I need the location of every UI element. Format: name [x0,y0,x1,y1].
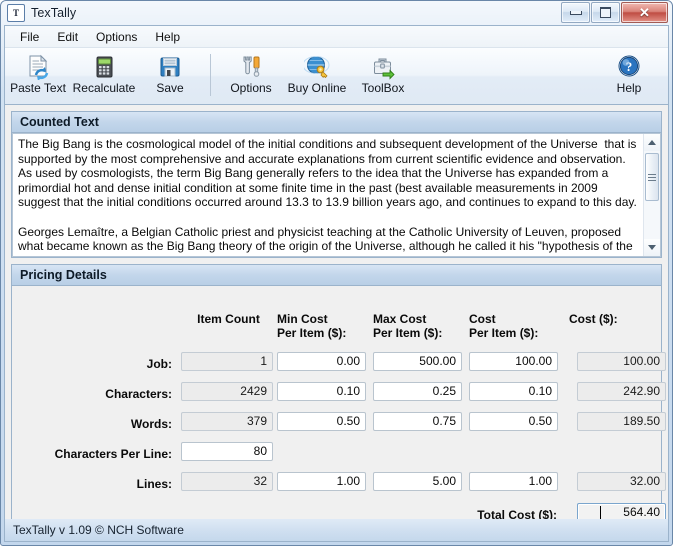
toolbar-separator [210,54,211,96]
paste-text-icon [25,54,51,80]
row-label-job: Job: [32,357,172,371]
status-bar: TexTally v 1.09 © NCH Software [4,519,669,542]
pricing-details-group: Pricing Details Item Count Min Cost Per … [11,264,662,530]
lines-item-count-field: 32 [181,472,273,491]
row-label-characters: Characters: [32,387,172,401]
row-label-lines: Lines: [32,477,172,491]
menu-item-edit[interactable]: Edit [48,28,87,46]
menu-item-help[interactable]: Help [146,28,189,46]
characters-min-cost-field[interactable]: 0.10 [277,382,366,401]
minimize-icon [570,11,582,15]
calculator-icon [91,54,117,80]
toolbar: Paste Text [5,48,668,105]
lines-cost-per-item-field[interactable]: 1.00 [469,472,558,491]
job-cost-field: 100.00 [577,352,666,371]
close-icon: ✕ [639,6,650,19]
buy-online-button[interactable]: Buy Online [284,52,350,98]
globe-key-icon [304,54,330,80]
toolbox-button[interactable]: ToolBox [350,52,416,98]
options-label: Options [230,81,271,95]
words-cost-per-item-field[interactable]: 0.50 [469,412,558,431]
column-header-min-cost: Min Cost Per Item ($): [277,312,377,340]
pricing-details-header: Pricing Details [12,265,661,286]
minimize-button[interactable] [561,2,590,23]
app-icon: T [7,4,25,22]
counted-text-area[interactable]: The Big Bang is the cosmological model o… [13,134,643,256]
client-area: File Edit Options Help [4,25,669,519]
column-header-item-count: Item Count [181,312,276,326]
characters-cost-field: 242.90 [577,382,666,401]
menu-bar: File Edit Options Help [5,26,668,48]
words-max-cost-field[interactable]: 0.75 [373,412,462,431]
vertical-scrollbar[interactable] [643,134,660,256]
close-button[interactable]: ✕ [621,2,668,23]
row-label-characters-per-line: Characters Per Line: [32,447,172,461]
job-max-cost-field[interactable]: 500.00 [373,352,462,371]
help-label: Help [617,81,642,95]
words-item-count-field: 379 [181,412,273,431]
status-bar-text: TexTally v 1.09 © NCH Software [13,523,184,537]
counted-text-group: Counted Text The Big Bang is the cosmolo… [11,111,662,258]
menu-item-file[interactable]: File [11,28,48,46]
menu-item-options[interactable]: Options [87,28,146,46]
floppy-disk-icon [157,54,183,80]
characters-item-count-field: 2429 [181,382,273,401]
scroll-up-arrow-icon[interactable] [644,134,660,151]
window-controls: ✕ [561,2,668,23]
counted-text-body: The Big Bang is the cosmological model o… [12,133,661,257]
scrollbar-thumb[interactable] [645,153,659,201]
characters-max-cost-field[interactable]: 0.25 [373,382,462,401]
counted-text-header: Counted Text [12,112,661,133]
job-min-cost-field[interactable]: 0.00 [277,352,366,371]
lines-min-cost-field[interactable]: 1.00 [277,472,366,491]
lines-max-cost-field[interactable]: 5.00 [373,472,462,491]
save-label: Save [156,81,183,95]
characters-cost-per-item-field[interactable]: 0.10 [469,382,558,401]
row-label-words: Words: [32,417,172,431]
toolbox-label: ToolBox [362,81,405,95]
application-window: T TexTally ✕ File Edit Options Help [0,0,673,546]
scroll-down-arrow-icon[interactable] [644,239,660,256]
column-header-cost: Cost ($): [569,312,669,326]
words-min-cost-field[interactable]: 0.50 [277,412,366,431]
title-bar: T TexTally ✕ [1,1,672,25]
options-button[interactable]: Options [218,52,284,98]
column-header-max-cost: Max Cost Per Item ($): [373,312,473,340]
tools-icon [238,54,264,80]
column-header-cost-per-item: Cost Per Item ($): [469,312,569,340]
buy-online-label: Buy Online [288,81,347,95]
words-cost-field: 189.50 [577,412,666,431]
recalculate-label: Recalculate [73,81,136,95]
maximize-button[interactable] [591,2,620,23]
svg-text:?: ? [626,59,633,74]
lines-cost-field: 32.00 [577,472,666,491]
paste-text-label: Paste Text [10,81,66,95]
characters-per-line-item-count-field[interactable]: 80 [181,442,273,461]
help-button[interactable]: ? Help [596,52,662,98]
help-question-icon: ? [616,54,642,80]
job-cost-per-item-field[interactable]: 100.00 [469,352,558,371]
window-title: TexTally [31,6,76,20]
toolbox-icon [370,54,396,80]
paste-text-button[interactable]: Paste Text [5,52,71,98]
pricing-details-body: Item Count Min Cost Per Item ($): Max Co… [12,286,661,529]
maximize-icon [600,7,611,18]
text-caret [600,506,601,519]
recalculate-button[interactable]: Recalculate [71,52,137,98]
job-item-count-field: 1 [181,352,273,371]
save-button[interactable]: Save [137,52,203,98]
